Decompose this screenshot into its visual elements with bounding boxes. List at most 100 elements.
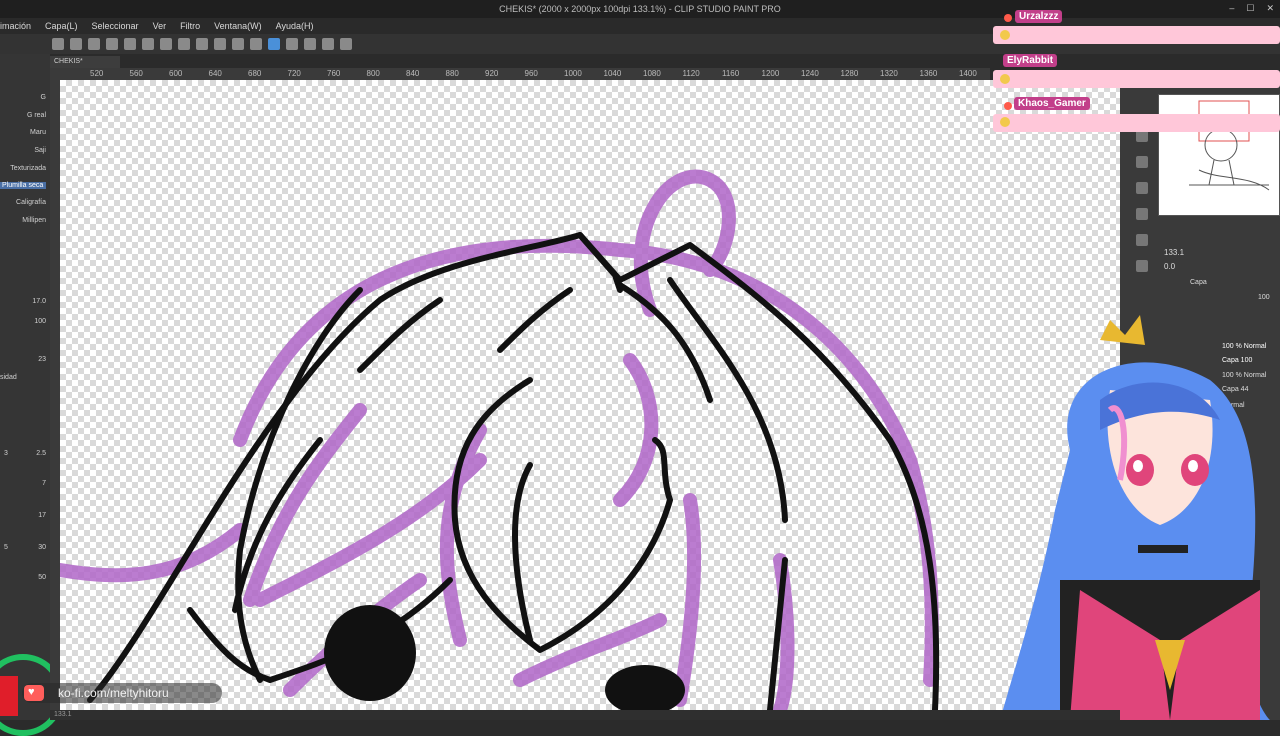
vtuber-avatar [1000,315,1270,720]
menu-icon[interactable] [52,38,64,50]
chat-message [993,26,1280,44]
layer-panel-title: Capa [1190,279,1207,286]
transform-icon[interactable] [214,38,226,50]
menu-layer[interactable]: Capa(L) [45,21,78,31]
status-bar: 133.1 [50,710,1120,720]
opacity-field[interactable]: 100 [34,318,46,325]
chat-user-2: ElyRabbit [1003,54,1058,67]
heart-icon: ♥ [28,686,35,698]
subtool-plumilla-seca[interactable]: Plumilla seca [0,182,46,189]
ruler-tick-label: 640 [208,69,222,78]
chat-message [993,114,1280,132]
ruler-tick-label: 1320 [880,69,898,78]
size-preset-2-5[interactable]: 2.5 [36,450,46,457]
document-tab[interactable]: CHEKIS* [50,56,120,68]
vertical-ruler [50,80,60,710]
window-controls: – ☐ ✕ [1229,3,1274,14]
ink-layer [87,232,940,710]
size-preset-50[interactable]: 50 [38,574,46,581]
ruler-tick-label: 600 [169,69,183,78]
open-icon[interactable] [124,38,136,50]
chat-emote-icon [1000,117,1010,127]
size-preset-30[interactable]: 30 [38,544,46,551]
density-label: sidad [0,374,17,381]
menu-view[interactable]: Ver [153,21,167,31]
panel-icon-5[interactable] [1136,260,1148,272]
maximize-icon[interactable]: ☐ [1246,3,1254,14]
stabilizer-field[interactable]: 23 [38,356,46,363]
pencil-icon[interactable] [286,38,298,50]
copy-icon[interactable] [106,38,118,50]
close-icon[interactable]: ✕ [1266,3,1274,14]
fill-icon[interactable] [232,38,244,50]
size-preset-17[interactable]: 17 [38,512,46,519]
subtool-texturizada[interactable]: Texturizada [10,165,46,172]
pen-icon[interactable] [268,38,280,50]
help-icon[interactable] [340,38,352,50]
ruler-tick-label: 680 [248,69,262,78]
size-preset-5[interactable]: 5 [4,544,8,551]
brush-size-field[interactable]: 17.0 [32,298,46,305]
subtool-millipen[interactable]: Millipen [22,217,46,224]
kofi-link[interactable]: ko-fi.com/meltyhitoru [22,683,222,703]
menu-window[interactable]: Ventana(W) [214,21,262,31]
chat-message [993,70,1280,88]
minimize-icon[interactable]: – [1229,3,1234,14]
ruler-tick-label: 1120 [682,69,700,78]
main-color-swatch[interactable] [0,676,18,716]
navigator-preview[interactable] [1158,94,1280,216]
navigator-thumbnail [1189,100,1270,191]
subtool-saji[interactable]: Saji [34,147,46,154]
menu-select[interactable]: Seleccionar [92,21,139,31]
crop-icon[interactable] [250,38,262,50]
ruler-tick-label: 560 [129,69,143,78]
ruler-tick-label: 1000 [564,69,582,78]
rotation-value[interactable]: 0.0 [1164,262,1175,271]
loading-icon[interactable] [196,38,208,50]
menu-help[interactable]: Ayuda(H) [276,21,314,31]
crown-icon [1100,315,1145,345]
zoom-value[interactable]: 133.1 [1164,248,1184,257]
ruler-tick-label: 1200 [761,69,780,78]
redo-icon[interactable] [178,38,190,50]
chat-user-1: Urzalzzz [1015,10,1063,23]
panel-icon-column [1130,130,1154,286]
chat-emote-icon [1000,74,1010,84]
ruler-tick-label: 960 [524,69,538,78]
panel-icon-1[interactable] [1136,156,1148,168]
ruler-tick-label: 1160 [722,69,740,78]
brush-icon[interactable] [304,38,316,50]
title-bar: CHEKIS* (2000 x 2000px 100dpi 133.1%) - … [0,0,1280,18]
ruler-tick-label: 520 [90,69,104,78]
ruler-tick-label: 1280 [840,69,859,78]
menu-bar: imación Capa(L) Seleccionar Ver Filtro V… [0,18,1000,34]
subtool-caligrafia[interactable]: Caligrafía [16,199,46,206]
horizontal-ruler: 520 560 600 640 680 720 760 800 840 880 920 960 1000… [50,68,990,80]
subtool-maru[interactable]: Maru [30,129,46,136]
layer-opacity[interactable]: 100 [1258,294,1270,301]
subtool-g[interactable]: G [41,94,46,101]
subtool-g-real[interactable]: G real [27,112,46,119]
save-icon[interactable] [142,38,154,50]
ruler-tick-label: 800 [366,69,380,78]
layers-icon[interactable] [322,38,334,50]
sub-tool-panel: G G real Maru Saji Texturizada Plumilla … [0,54,64,736]
status-zoom: 133.1 [54,711,72,718]
panel-icon-4[interactable] [1136,234,1148,246]
size-preset-3[interactable]: 3 [4,450,8,457]
window-title: CHEKIS* (2000 x 2000px 100dpi 133.1%) - … [499,4,781,14]
chat-emote-icon [1000,30,1010,40]
left-eye [324,605,416,701]
right-eye [605,665,685,710]
ruler-tick-label: 1240 [801,69,819,78]
undo-icon[interactable] [160,38,172,50]
size-preset-7[interactable]: 7 [42,480,46,487]
menu-animation[interactable]: imación [0,21,31,31]
ruler-tick-label: 880 [445,69,459,78]
settings-icon[interactable] [88,38,100,50]
menu-filter[interactable]: Filtro [180,21,200,31]
new-file-icon[interactable] [70,38,82,50]
panel-icon-2[interactable] [1136,182,1148,194]
chat-badge-icon [1004,102,1012,110]
panel-icon-3[interactable] [1136,208,1148,220]
